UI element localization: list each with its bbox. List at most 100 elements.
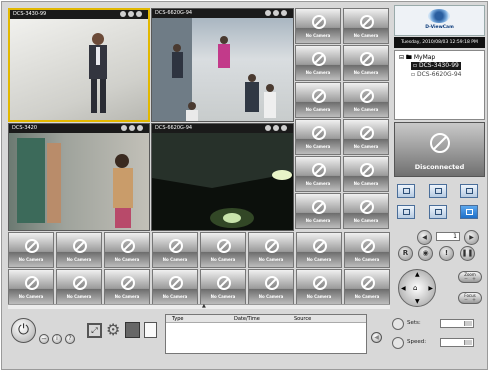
next-page-button[interactable]: ▶: [464, 230, 479, 245]
no-camera-slot[interactable]: No Camera: [8, 232, 54, 268]
no-camera-slot[interactable]: No Camera: [296, 232, 342, 268]
layout-option-1[interactable]: [397, 184, 415, 198]
pan-right-icon[interactable]: ▶: [428, 285, 433, 292]
ptz-direction-pad[interactable]: ▲ ▼ ◀ ▶ ⌂: [398, 269, 436, 307]
no-camera-slot[interactable]: No Camera: [248, 269, 294, 305]
layout-option-3[interactable]: [460, 184, 478, 198]
no-camera-slot[interactable]: No Camera: [295, 45, 341, 81]
alarm-button[interactable]: !: [439, 246, 454, 261]
no-camera-icon: [73, 239, 87, 253]
no-camera-slot[interactable]: No Camera: [343, 156, 389, 192]
no-camera-icon: [361, 239, 375, 253]
record-icon[interactable]: [273, 10, 279, 16]
layout-option-5[interactable]: [429, 205, 447, 219]
playback-icon[interactable]: [125, 322, 140, 338]
no-camera-slot[interactable]: No Camera: [152, 269, 198, 305]
no-camera-slot[interactable]: No Camera: [104, 232, 150, 268]
camera-view-2[interactable]: DCS-6620G-94: [151, 8, 294, 122]
no-camera-slot[interactable]: No Camera: [343, 82, 389, 118]
no-camera-slot[interactable]: No Camera: [295, 8, 341, 44]
tree-item-camera-2[interactable]: ▫ DCS-6620G-94: [411, 71, 462, 79]
zoom-control[interactable]: Zoom － ＋: [458, 271, 482, 283]
no-camera-icon: [313, 239, 327, 253]
prev-page-button[interactable]: ◀: [417, 230, 432, 245]
camera-view-3[interactable]: DCS-3420: [8, 123, 150, 231]
no-camera-slot[interactable]: No Camera: [248, 232, 294, 268]
camera-tree[interactable]: ⊟ 🖿 MyMap ▫ DCS-3430-99 ▫ DCS-6620G-94: [394, 50, 485, 120]
camera-view-4[interactable]: DCS-6620G-94: [151, 123, 294, 231]
snapshot-icon[interactable]: [265, 125, 271, 131]
record-icon[interactable]: [273, 125, 279, 131]
no-camera-label: No Camera: [353, 218, 379, 223]
camera-feed: [9, 133, 149, 230]
snapshot-icon[interactable]: [120, 11, 126, 17]
focus-control[interactable]: Focus － ＋: [458, 292, 482, 304]
pan-up-icon[interactable]: ▲: [415, 271, 420, 278]
settings-gear-icon[interactable]: ⚙: [106, 320, 120, 339]
camera-feed: [10, 19, 148, 120]
pan-left-icon[interactable]: ◀: [401, 285, 406, 292]
no-camera-icon: [265, 239, 279, 253]
event-log-table[interactable]: Type Date/Time Source: [165, 314, 367, 354]
no-camera-slot[interactable]: No Camera: [343, 45, 389, 81]
tree-item-camera-1[interactable]: ▫ DCS-3430-99: [411, 62, 461, 70]
no-camera-slot[interactable]: No Camera: [343, 8, 389, 44]
no-camera-slot[interactable]: No Camera: [152, 232, 198, 268]
info-icon[interactable]: [136, 11, 142, 17]
no-camera-slot[interactable]: No Camera: [295, 119, 341, 155]
no-camera-slot[interactable]: No Camera: [200, 269, 246, 305]
report-icon[interactable]: [144, 322, 157, 338]
lobby-image: [152, 18, 276, 121]
no-camera-label: No Camera: [354, 257, 380, 262]
info-icon[interactable]: [281, 125, 287, 131]
tree-root[interactable]: ⊟ 🖿 MyMap: [399, 54, 435, 62]
no-camera-slot[interactable]: No Camera: [56, 232, 102, 268]
disconnected-panel: Disconnected: [394, 122, 485, 177]
layout-option-4[interactable]: [397, 205, 415, 219]
info-icon[interactable]: [281, 10, 287, 16]
no-camera-slot[interactable]: No Camera: [200, 232, 246, 268]
fullscreen-icon[interactable]: ⤢: [87, 323, 102, 338]
layout-option-6[interactable]: [460, 205, 478, 219]
no-camera-slot[interactable]: No Camera: [343, 193, 389, 229]
snapshot-icon[interactable]: [121, 125, 127, 131]
no-camera-icon: [73, 276, 87, 290]
layout-option-2[interactable]: [429, 184, 447, 198]
page-number-field[interactable]: 1: [436, 232, 460, 241]
no-camera-slot[interactable]: No Camera: [296, 269, 342, 305]
no-camera-slot[interactable]: No Camera: [8, 269, 54, 305]
log-scroll-button[interactable]: ◀: [371, 332, 382, 343]
snapshot-icon[interactable]: [265, 10, 271, 16]
ptz-home-icon[interactable]: ⌂: [413, 284, 417, 292]
info-icon[interactable]: [137, 125, 143, 131]
info-icon[interactable]: i: [52, 334, 62, 344]
no-camera-slot[interactable]: No Camera: [295, 156, 341, 192]
pan-down-icon[interactable]: ▼: [415, 298, 420, 305]
person-image: [89, 33, 107, 113]
minimize-icon[interactable]: −: [39, 334, 49, 344]
record-icon[interactable]: [129, 125, 135, 131]
no-camera-slot[interactable]: No Camera: [104, 269, 150, 305]
no-camera-label: No Camera: [353, 33, 379, 38]
no-camera-slot[interactable]: No Camera: [344, 232, 390, 268]
camera-view-1[interactable]: DCS-3430-99: [8, 8, 150, 122]
no-camera-icon: [361, 276, 375, 290]
camera-feed: [152, 133, 293, 230]
no-camera-label: No Camera: [210, 294, 236, 299]
help-icon[interactable]: ?: [65, 334, 75, 344]
zoom-label: Zoom: [464, 272, 476, 277]
no-camera-label: No Camera: [354, 294, 380, 299]
no-camera-slot[interactable]: No Camera: [295, 193, 341, 229]
no-camera-slot[interactable]: No Camera: [295, 82, 341, 118]
record-icon[interactable]: [128, 11, 134, 17]
pause-button[interactable]: ❚❚: [460, 246, 475, 261]
record-button[interactable]: R: [398, 246, 413, 261]
no-camera-slot[interactable]: No Camera: [344, 269, 390, 305]
power-icon[interactable]: ⏻: [11, 318, 36, 343]
no-camera-slot[interactable]: No Camera: [343, 119, 389, 155]
no-camera-label: No Camera: [114, 257, 140, 262]
sets-dropdown[interactable]: [440, 319, 474, 328]
speed-dropdown[interactable]: [440, 338, 474, 347]
no-camera-slot[interactable]: No Camera: [56, 269, 102, 305]
snapshot-button[interactable]: ◉: [418, 246, 433, 261]
